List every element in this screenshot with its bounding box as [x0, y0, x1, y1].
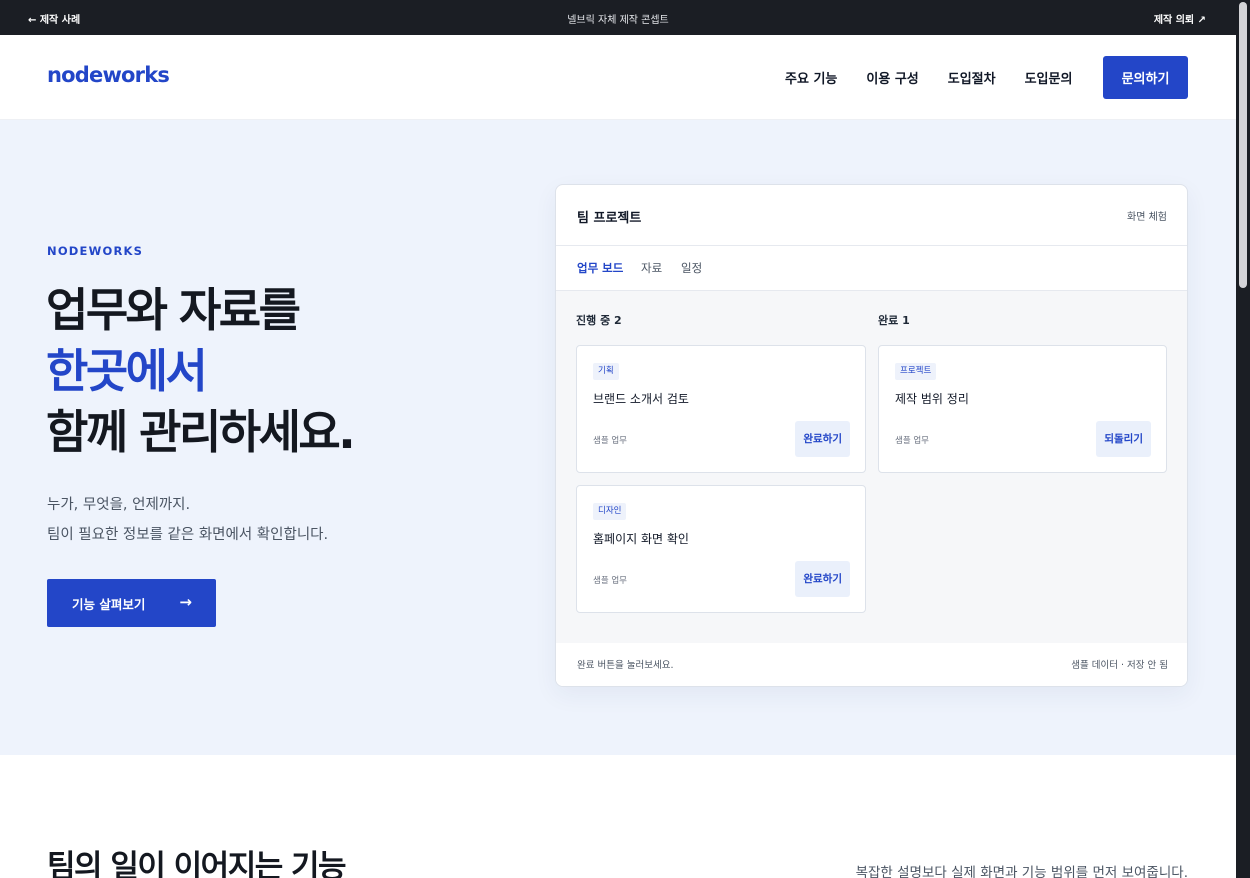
nav-item-plans[interactable]: 이용 구성: [866, 68, 918, 87]
tab-schedule[interactable]: 일정: [681, 260, 702, 276]
subcopy-line-1: 누가, 무엇을, 언제까지.: [47, 497, 191, 513]
hero-eyebrow: NODEWORKS: [47, 244, 144, 258]
scrollbar[interactable]: [1236, 0, 1250, 878]
headline-line-2: 한곳에서: [46, 344, 208, 398]
task-card: 기획 브랜드 소개서 검토 샘플 업무 완료하기: [576, 345, 866, 473]
features-description: 복잡한 설명보다 실제 화면과 기능 범위를 먼저 보여줍니다.: [855, 865, 1188, 878]
task-tag: 디자인: [593, 503, 627, 520]
scrollbar-thumb[interactable]: [1239, 2, 1247, 288]
nav-item-inquiry[interactable]: 도입문의: [1025, 68, 1073, 87]
task-meta: 샘플 업무: [593, 576, 627, 586]
tab-task-board[interactable]: 업무 보드: [577, 260, 623, 276]
top-bar: ← 제작 사례 넬브릭 자체 제작 콘셉트 제작 의뢰 ↗: [0, 0, 1236, 35]
task-card: 디자인 홈페이지 화면 확인 샘플 업무 완료하기: [576, 485, 866, 613]
footer-sample-note: 샘플 데이터 · 저장 안 됨: [1071, 660, 1168, 671]
column-title-in-progress: 진행 중 2: [576, 314, 622, 327]
task-meta: 샘플 업무: [895, 436, 929, 446]
app-title: 팀 프로젝트: [577, 211, 642, 226]
app-header: 팀 프로젝트 화면 체험: [556, 185, 1187, 246]
complete-button[interactable]: 완료하기: [795, 561, 850, 597]
explore-features-label: 기능 살펴보기: [72, 596, 146, 612]
task-card: 프로젝트 제작 범위 정리 샘플 업무 되돌리기: [878, 345, 1167, 473]
demo-label: 화면 체험: [1127, 212, 1167, 223]
logo[interactable]: nodeworks: [47, 63, 170, 87]
app-tabs: 업무 보드 자료 일정: [556, 246, 1187, 291]
footer-hint: 완료 버튼을 눌러보세요.: [577, 660, 674, 671]
app-footer: 완료 버튼을 눌러보세요. 샘플 데이터 · 저장 안 됨: [556, 643, 1187, 686]
task-name: 홈페이지 화면 확인: [593, 532, 689, 546]
subcopy-line-2: 팀이 필요한 정보를 같은 화면에서 확인합니다.: [47, 527, 329, 543]
task-board: 진행 중 2 완료 1 기획 브랜드 소개서 검토 샘플 업무 완료하기 디자인…: [556, 291, 1187, 643]
explore-features-button[interactable]: 기능 살펴보기 →: [47, 579, 216, 627]
tab-files[interactable]: 자료: [641, 260, 662, 276]
request-production-link[interactable]: 제작 의뢰 ↗: [1154, 11, 1206, 26]
nav-item-features[interactable]: 주요 기능: [785, 68, 837, 87]
column-title-done: 완료 1: [878, 314, 910, 327]
complete-button[interactable]: 완료하기: [795, 421, 850, 457]
features-section: 팀의 일이 이어지는 기능 복잡한 설명보다 실제 화면과 기능 범위를 먼저 …: [0, 755, 1236, 878]
site-header: nodeworks 주요 기능 이용 구성 도입절차 도입문의 문의하기: [0, 35, 1236, 120]
task-tag: 기획: [593, 363, 619, 380]
hero-subcopy: 누가, 무엇을, 언제까지. 팀이 필요한 정보를 같은 화면에서 확인합니다.: [47, 490, 328, 550]
headline-line-1: 업무와 자료를: [46, 283, 301, 337]
hero-section: NODEWORKS 업무와 자료를 한곳에서 함께 관리하세요. 누가, 무엇을…: [0, 120, 1236, 755]
main-nav: 주요 기능 이용 구성 도입절차 도입문의: [785, 68, 1101, 87]
contact-button[interactable]: 문의하기: [1103, 56, 1188, 99]
arrow-right-icon: →: [179, 593, 192, 611]
hero-headline: 업무와 자료를 한곳에서 함께 관리하세요.: [46, 280, 356, 463]
features-title: 팀의 일이 이어지는 기능: [47, 849, 347, 878]
task-name: 브랜드 소개서 검토: [593, 392, 689, 406]
revert-button[interactable]: 되돌리기: [1096, 421, 1151, 457]
app-preview-card: 팀 프로젝트 화면 체험 업무 보드 자료 일정 진행 중 2 완료 1 기획 …: [555, 184, 1188, 687]
nav-item-process[interactable]: 도입절차: [948, 68, 996, 87]
task-tag: 프로젝트: [895, 363, 937, 380]
concept-label: 넬브릭 자체 제작 콘셉트: [567, 15, 669, 26]
task-name: 제작 범위 정리: [895, 392, 969, 406]
headline-line-3: 함께 관리하세요.: [46, 405, 356, 459]
task-meta: 샘플 업무: [593, 436, 627, 446]
